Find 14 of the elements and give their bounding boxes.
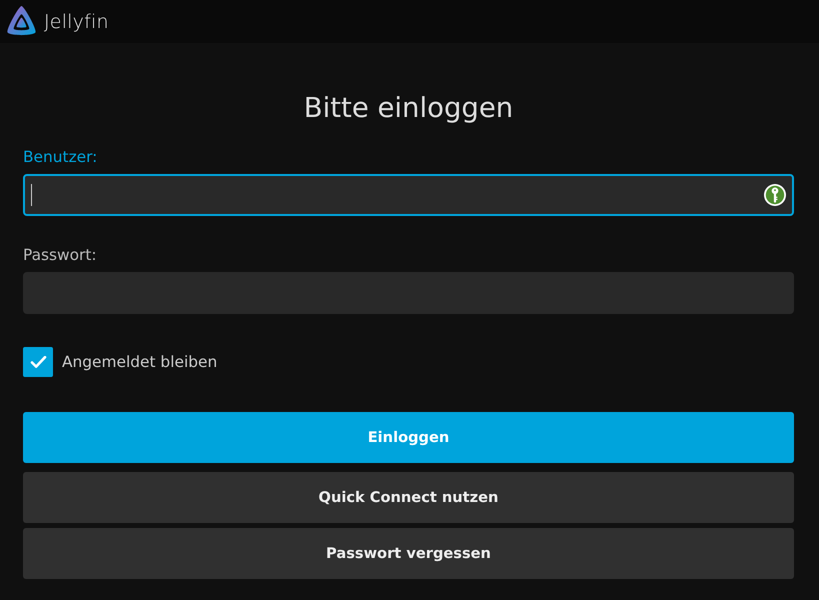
key-icon[interactable]: [763, 183, 787, 207]
logo-icon[interactable]: [5, 5, 38, 38]
brand-name: Jellyfin: [44, 10, 109, 32]
checkbox-label[interactable]: Angemeldet bleiben: [62, 353, 218, 371]
secondary-button[interactable]: Quick Connect nutzen: [23, 472, 794, 523]
login-title: Bitte einloggen: [302, 91, 514, 126]
field-label: Benutzer:: [23, 147, 98, 167]
input-field[interactable]: [23, 174, 794, 216]
field-label: Passwort:: [23, 245, 98, 265]
checkmark-icon: [30, 356, 46, 368]
input-field[interactable]: [23, 272, 794, 314]
secondary-button[interactable]: Passwort vergessen: [23, 528, 794, 579]
checkbox[interactable]: [23, 347, 53, 377]
text-cursor-icon: [31, 184, 32, 206]
